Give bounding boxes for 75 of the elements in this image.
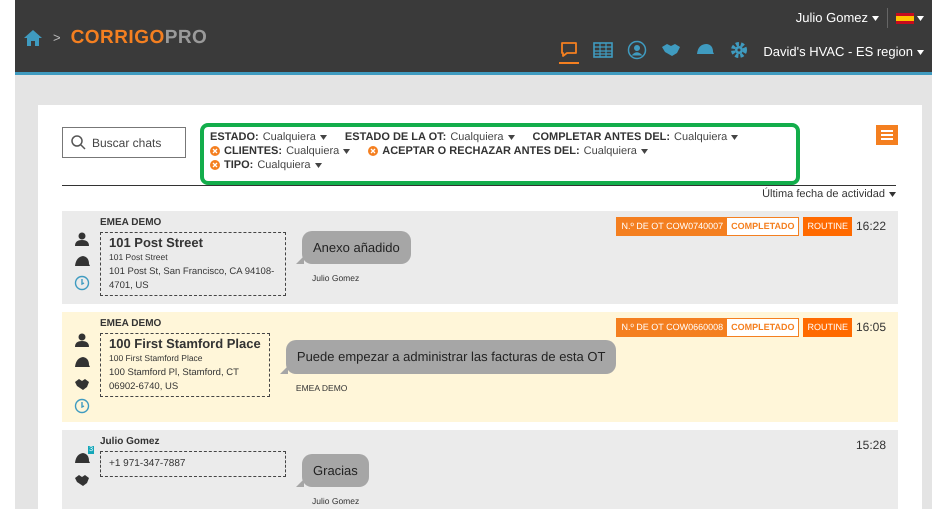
filter-label: TIPO: (224, 158, 254, 172)
menu-button[interactable] (876, 125, 898, 145)
message-bubble: Puede empezar a administrar las facturas de esta OT (286, 340, 616, 374)
location-address: 101 Post St, San Francisco, CA 94108-4701, US (109, 264, 276, 292)
gear-icon (729, 40, 750, 60)
user-menu[interactable]: Julio Gomez (796, 8, 888, 28)
clock-icon (74, 398, 90, 414)
caret-icon (320, 134, 327, 140)
message-bubble: Gracias (302, 454, 369, 487)
filter-dropdown[interactable]: Cualquiera (584, 144, 648, 158)
location-name: 100 First Stamford Place (109, 352, 204, 364)
person-icon (74, 332, 90, 348)
chat-time: 15:28 (856, 436, 886, 454)
account-menu[interactable]: David's HVAC - ES region (763, 42, 924, 62)
language-menu[interactable] (896, 12, 924, 24)
chat-time: 16:22 (856, 218, 886, 234)
remove-filter-icon[interactable] (210, 160, 220, 170)
sort-menu[interactable]: Última fecha de actividad (762, 186, 885, 202)
location-title: 101 Post Street (109, 234, 204, 250)
chat-owner: EMEA DEMO (100, 316, 162, 330)
search-input[interactable]: Buscar chats (92, 134, 172, 152)
bubble-tail (296, 256, 304, 264)
chat-row[interactable] (62, 312, 898, 422)
bubble-tail (296, 479, 304, 487)
work-order-number: N.º DE OT COW0740007 (617, 218, 728, 235)
caret-icon (872, 16, 879, 22)
home-icon[interactable] (23, 29, 43, 47)
remove-filter-icon[interactable] (368, 146, 378, 156)
message-sender: Julio Gomez (312, 495, 360, 508)
location-name: 101 Post Street (109, 250, 169, 262)
phone-number: +1 971-347-7887 (109, 456, 186, 470)
caret-icon (917, 50, 924, 56)
caret-icon (889, 192, 896, 197)
table-icon (593, 40, 614, 60)
person-icon (627, 40, 648, 60)
message-sender: Julio Gomez (312, 272, 360, 286)
caret-icon (508, 134, 515, 140)
person-icon (74, 230, 90, 246)
filter-dropdown[interactable]: Cualquiera (674, 130, 738, 144)
filter-dropdown[interactable]: Cualquiera (450, 130, 515, 144)
caret-icon (640, 148, 648, 154)
chat-row[interactable]: EMEA DEMO 101 Post Street 101 Post Street 101 Post St, San Francisco, CA 94108-4701, US Anexo añadido Julio Gomez N.º DE OT COW0740007 COMPLETADO ROUTINE 16:22 (62, 210, 898, 304)
chat-owner: Julio Gomez (100, 434, 160, 448)
filter-dropdown[interactable]: Cualquiera (262, 130, 327, 144)
location-title: 100 First Stamford Place (109, 336, 261, 352)
bubble-tail (280, 366, 288, 374)
caret-icon (917, 16, 924, 20)
search-field[interactable]: Buscar chats (62, 127, 186, 158)
chat-owner: EMEA DEMO (100, 216, 162, 230)
logo[interactable]: CORRIGOPRO (70, 24, 208, 52)
priority-badge: ROUTINE (803, 318, 852, 337)
work-order-number: N.º DE OT COW0660008 (617, 318, 728, 336)
filter-label: ACEPTAR O RECHAZAR ANTES DEL: (382, 144, 580, 158)
caret-icon (343, 148, 350, 154)
priority-badge: ROUTINE (803, 216, 852, 236)
caret-icon (314, 162, 322, 168)
chat-icon (559, 40, 580, 60)
caret-icon (731, 134, 738, 140)
filter-label: ESTADO DE LA OT: (344, 130, 446, 144)
search-icon (71, 135, 86, 150)
chat-time: 16:05 (856, 318, 886, 336)
breadcrumb-separator: > (53, 29, 61, 48)
location-address: 100 Stamford Pl, Stamford, CT 06902-6740, US (109, 366, 240, 394)
message-bubble: Anexo añadido (302, 230, 411, 264)
status-badge: COMPLETADO (727, 218, 798, 235)
filter-label: ESTADO: (210, 130, 259, 144)
flag-icon (896, 12, 914, 24)
status-badge: COMPLETADO (727, 318, 798, 336)
filter-dropdown[interactable]: Cualquiera (286, 144, 350, 158)
remove-filter-icon[interactable] (210, 146, 220, 156)
clock-icon (74, 274, 90, 290)
filter-label: COMPLETAR ANTES DEL: (532, 130, 670, 144)
filter-label: CLIENTES: (224, 144, 282, 158)
message-sender: EMEA DEMO (296, 382, 348, 395)
filter-dropdown[interactable]: Cualquiera (257, 158, 322, 172)
